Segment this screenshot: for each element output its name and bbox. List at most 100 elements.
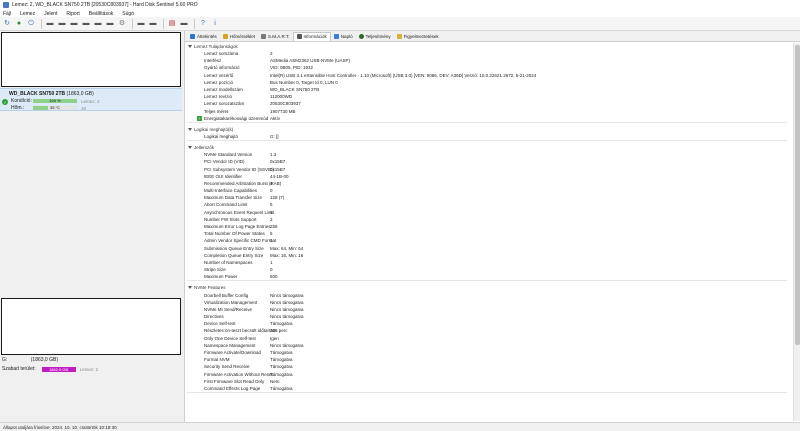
property-row: IEEE OUI Identifier 44-1B-00 [187, 173, 787, 180]
info-icon[interactable]: i [210, 19, 220, 29]
property-label: PCI Vendor ID (VID) [187, 159, 270, 164]
disk-icon[interactable]: ▬ [105, 19, 115, 29]
menu-report[interactable]: Jelent [44, 11, 57, 17]
property-value: Nincs támogatva [270, 299, 304, 305]
property-label: Doorbell Buffer Config [187, 293, 270, 298]
property-label-text: Admin Vendor Specific CMD Format [204, 238, 277, 244]
disk-icon[interactable]: ▬ [69, 19, 79, 29]
property-label-text: Részletes ön-teszt becsült időtartam [204, 328, 277, 334]
tab-alerts[interactable]: Figyelmeztetések [394, 32, 442, 41]
disk-icon[interactable]: ▬ [136, 19, 146, 29]
property-label: Részletes ön-teszt becsült időtartam [187, 328, 277, 333]
collapse-arrow-icon[interactable] [188, 146, 192, 150]
disk-icon[interactable]: ▬ [148, 19, 158, 29]
property-row: Lemez sorszáma 2 [187, 50, 787, 57]
scrollbar-thumb[interactable] [795, 45, 800, 345]
right-panel: Áttekintés Hőmérséklet S.M.A.R.T. Inform… [184, 31, 800, 422]
toolbar: ↻ ● ⏻ ▬ ▬ ▬ ▬ ▬ ▬ ⚙ ▬ ▬ ▤ ▬ ? i [0, 17, 800, 31]
condition-row: Kondíció: 100 % Lemez: 2 [11, 98, 100, 104]
globe-icon[interactable]: ● [14, 19, 24, 29]
property-value: Támogatva [270, 350, 293, 356]
property-value: 1907730 MB [270, 108, 296, 114]
property-value: 1 [270, 259, 273, 265]
property-label-text: Maximum Error Log Page Entries [204, 224, 271, 230]
property-label: PCI Subsystem Vendor ID (SSVID) [187, 167, 274, 172]
section-header[interactable]: Lemez Tulajdonságok [187, 43, 787, 50]
toolbar-divider [41, 18, 42, 29]
section-header[interactable]: NVMe Features [187, 284, 787, 291]
property-value: 112000WD [270, 94, 293, 100]
left-panel: WD_BLACK SN750 2TB (1863,0 GB) ✓ Kondíci… [0, 31, 182, 422]
menu-disk[interactable]: Lemez [20, 11, 35, 17]
power-icon[interactable]: ⏻ [26, 19, 36, 29]
section-title: Lemez Tulajdonságok [194, 44, 238, 49]
section-header[interactable]: Jellemzők [187, 144, 787, 151]
window-title: Lemez: 2, WD_BLACK SN750 2TB [20530C8039… [12, 2, 198, 8]
property-label: IEEE OUI Identifier [187, 174, 270, 179]
property-value: 1.3 [270, 152, 277, 158]
tab-performance[interactable]: Teljesítmény [356, 32, 394, 41]
property-label: Maximum Power [187, 274, 270, 279]
menu-riport[interactable]: Riport [66, 11, 79, 17]
property-label-text: Device Self-test [204, 321, 236, 327]
gear-icon[interactable]: ⚙ [117, 19, 127, 29]
tab-information[interactable]: Információk [292, 31, 331, 41]
temperature-bar: 35 °C [33, 105, 77, 110]
disk-icon[interactable]: ▬ [179, 19, 189, 29]
tab-overview[interactable]: Áttekintés [187, 32, 220, 41]
drive-size: (1863,0 GB) [30, 357, 58, 363]
section-divider [187, 392, 787, 396]
temperature-value: 35 °C [49, 105, 61, 110]
property-row: Recommended Arbitration Burst (RAB) 4 [187, 180, 787, 187]
disk-icon[interactable]: ▬ [81, 19, 91, 29]
vertical-scrollbar[interactable] [793, 43, 800, 421]
property-row: Asynchronous Event Request Limit 8 [187, 209, 787, 216]
property-label: Firmware Activate/Download [187, 350, 270, 355]
help-icon[interactable]: ? [198, 19, 208, 29]
property-label-text: Recommended Arbitration Burst (RAB) [204, 180, 282, 186]
info-section: Logikai meghajtó(k) Logikai meghajtó G: [] [187, 126, 787, 144]
property-value: 0 [270, 188, 273, 194]
collapse-arrow-icon[interactable] [188, 45, 192, 48]
property-value: Támogatva [270, 357, 293, 363]
tab-label: Figyelmeztetések [403, 33, 439, 39]
property-row: Maximum Error Log Page Entries 256 [187, 223, 787, 230]
property-label-text: Abort Command Limit [204, 202, 248, 208]
refresh-icon[interactable]: ↻ [2, 19, 12, 29]
disk-icon[interactable]: ▬ [57, 19, 67, 29]
property-value: Támogatva [270, 385, 293, 391]
property-label: Admin Vendor Specific CMD Format [187, 238, 276, 243]
property-row: Number of Namespaces 1 [187, 259, 787, 266]
tab-log[interactable]: Napló [331, 32, 356, 41]
temperature-row: Hőm.: 35 °C 10 [11, 105, 86, 111]
collapse-arrow-icon[interactable] [188, 286, 192, 290]
overview-icon [190, 33, 195, 39]
info-icon [296, 34, 302, 39]
property-row: PCI Subsystem Vendor ID (SSVID) 0x15B7 [187, 165, 787, 172]
property-row: Virtualization Management Nincs támogatva [187, 299, 787, 306]
collapse-arrow-icon[interactable] [188, 127, 192, 131]
disk-icon[interactable]: ▬ [45, 19, 55, 29]
menu-file[interactable]: Fájl [3, 11, 11, 17]
property-label: Security Send Receive [187, 364, 270, 369]
disk-list-item[interactable]: WD_BLACK SN750 2TB (1863,0 GB) ✓ Kondíci… [0, 88, 182, 111]
property-label-text: Lemez revízió [204, 94, 233, 100]
property-value: Támogatva [270, 321, 293, 327]
tab-temperature[interactable]: Hőmérséklet [220, 32, 258, 41]
menu-settings[interactable]: Beállítások [89, 11, 113, 17]
property-label: Multi-Interface Capabilities [187, 188, 270, 193]
property-label-text: Namespace Management [204, 342, 256, 348]
property-row: Logikai meghajtó G: [] [187, 133, 787, 140]
property-label-text: Stripe Size [204, 267, 226, 273]
temperature-label: Hőm.: [11, 105, 25, 111]
menu-help[interactable]: Súgó [122, 11, 134, 17]
property-row: Firmware Activate/Download Támogatva [187, 349, 787, 356]
property-label: Completion Queue Entry Size [187, 253, 270, 258]
chart-icon[interactable]: ▤ [167, 19, 177, 29]
info-section: NVMe Features Doorbell Buffer Config Nincs… [187, 284, 787, 396]
disk-map-panel-top [1, 32, 181, 87]
section-header[interactable]: Logikai meghajtó(k) [187, 126, 787, 133]
tab-smart[interactable]: S.M.A.R.T. [258, 32, 293, 41]
disk-icon[interactable]: ▬ [93, 19, 103, 29]
property-row: Security Send Receive Támogatva [187, 363, 787, 370]
